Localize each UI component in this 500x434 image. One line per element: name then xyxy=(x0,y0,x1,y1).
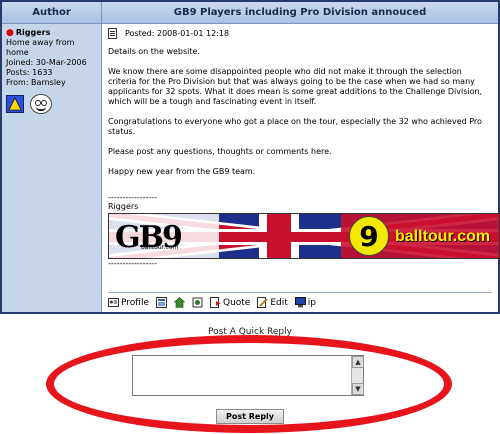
post-body: Details on the website. We know there ar… xyxy=(108,47,492,177)
banner-logo-sub: balltour.com xyxy=(141,244,179,251)
post-content: Posted: 2008-01-01 12:18 Details on the … xyxy=(102,24,500,312)
post-paragraph: Happy new year from the GB9 team. xyxy=(108,167,256,176)
post-icon xyxy=(108,28,117,39)
ip-icon xyxy=(294,297,306,308)
avatar xyxy=(30,94,52,114)
ip-button[interactable]: ip xyxy=(294,297,317,308)
banner-site-text: balltour.com xyxy=(395,228,491,245)
edit-label: Edit xyxy=(270,297,288,308)
author-from: From: Barnsley xyxy=(6,78,66,87)
signature-banner[interactable]: GB9 balltour.com 9 balltour.com xyxy=(108,213,500,259)
post-reply-button[interactable]: Post Reply xyxy=(216,409,284,424)
ip-label: ip xyxy=(307,297,317,308)
home-button[interactable] xyxy=(173,297,185,308)
nine-ball-icon: 9 xyxy=(349,216,389,256)
post-paragraph: Details on the website. xyxy=(108,47,200,56)
profile-label: Profile xyxy=(121,297,149,308)
quote-button[interactable]: Quote xyxy=(209,297,251,308)
signature-name: Riggers xyxy=(108,202,139,211)
post-paragraph: Congratulations to everyone who got a pl… xyxy=(108,117,482,136)
post-actions-bar: Profile Quote Edit ip xyxy=(108,292,492,308)
home-icon xyxy=(173,297,185,308)
author-posts: Posts: 1633 xyxy=(6,68,53,77)
post-paragraph: We know there are some disappointed peop… xyxy=(108,67,483,106)
profile-button[interactable]: Profile xyxy=(108,297,149,308)
pm-button[interactable] xyxy=(155,297,167,308)
quick-reply-textarea[interactable] xyxy=(132,355,364,396)
edit-icon xyxy=(257,297,268,308)
signature-divider-bottom: ----------------- xyxy=(108,259,158,268)
post-timestamp: Posted: 2008-01-01 12:18 xyxy=(125,29,230,38)
bookmark-button[interactable] xyxy=(192,297,203,308)
pm-icon xyxy=(155,297,167,308)
scroll-up-icon[interactable]: ▲ xyxy=(352,356,364,368)
forum-post-table: Author GB9 Players including Pro Divisio… xyxy=(0,0,500,314)
scroll-down-icon[interactable]: ▼ xyxy=(352,383,364,395)
bookmark-icon xyxy=(192,297,203,308)
quick-reply-title: Post A Quick Reply xyxy=(208,327,292,337)
author-name[interactable]: Riggers xyxy=(16,28,51,37)
online-status-icon: ● xyxy=(6,28,14,38)
thread-title: GB9 Players including Pro Division annou… xyxy=(102,2,498,24)
quote-icon xyxy=(209,297,221,308)
profile-icon xyxy=(108,298,119,307)
textarea-scrollbar[interactable]: ▲ ▼ xyxy=(351,356,364,395)
edit-button[interactable]: Edit xyxy=(257,297,288,308)
author-column: ● Riggers Home away from home Joined: 30-… xyxy=(2,24,102,312)
signature-divider-top: ----------------- xyxy=(108,193,158,202)
quick-reply-section: Post A Quick Reply ▲ ▼ Post Reply xyxy=(0,316,500,434)
author-header: Author xyxy=(2,2,102,24)
rank-badge-icon xyxy=(6,95,24,113)
author-status: Home away from home xyxy=(6,38,75,57)
quote-label: Quote xyxy=(222,297,251,308)
author-joined: Joined: 30-Mar-2006 xyxy=(6,58,87,67)
post-paragraph: Please post any questions, thoughts or c… xyxy=(108,147,332,156)
